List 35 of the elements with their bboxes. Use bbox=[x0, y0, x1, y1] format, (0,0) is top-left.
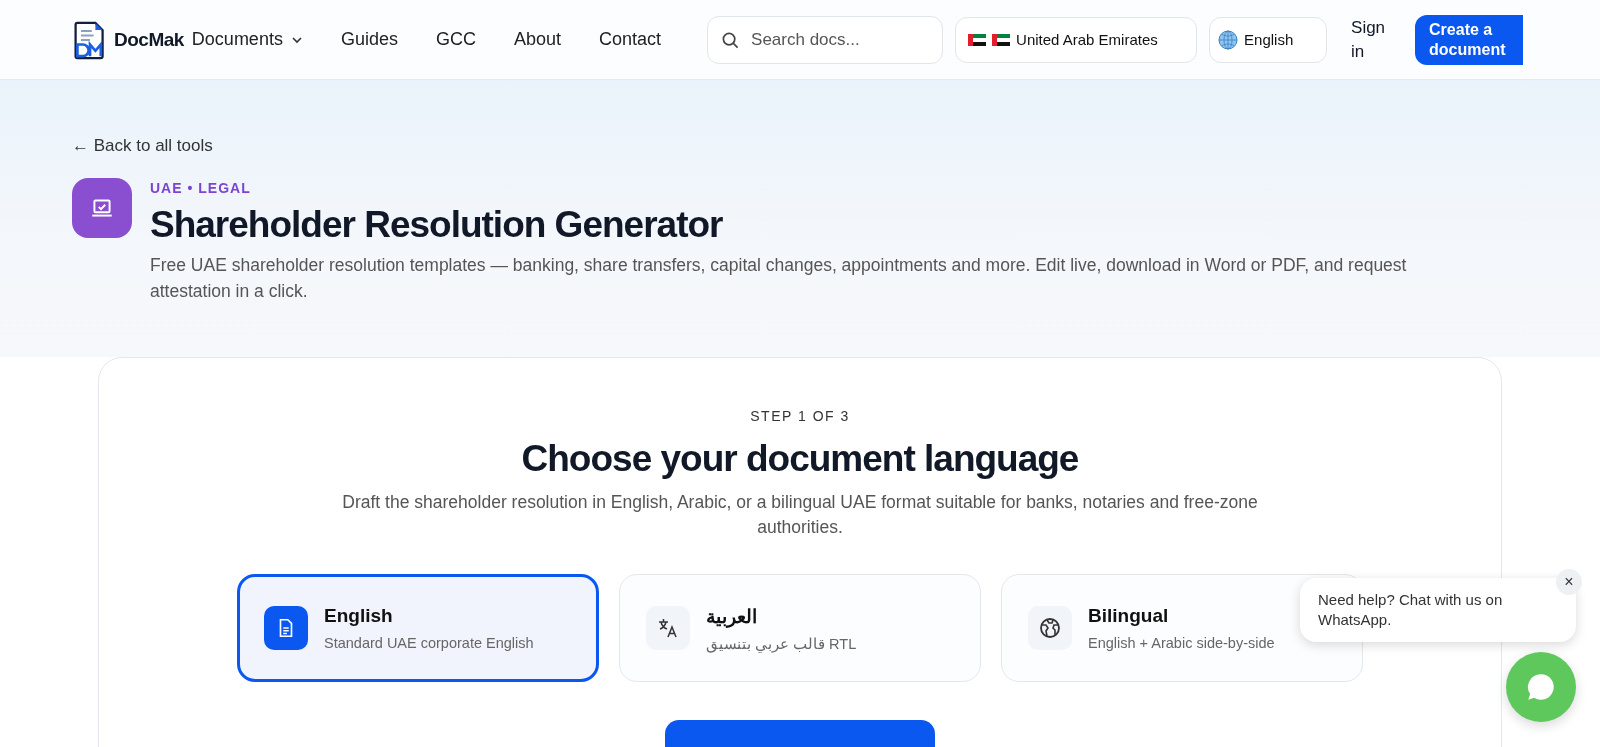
brand-name[interactable]: DocMak bbox=[114, 28, 184, 51]
globe-icon bbox=[1218, 29, 1239, 50]
country-selector[interactable]: United Arab Emirates bbox=[955, 16, 1198, 63]
globe-icon bbox=[1028, 606, 1072, 650]
language-option[interactable]: English Standard UAE corporate English bbox=[237, 574, 599, 682]
flag-icon bbox=[968, 33, 987, 46]
flag-icon bbox=[992, 33, 1011, 46]
nav-link[interactable]: GCC bbox=[435, 29, 476, 50]
nav-link[interactable]: Documents bbox=[191, 29, 303, 50]
nav-link[interactable]: About bbox=[513, 29, 561, 50]
laptop-check-icon bbox=[72, 178, 132, 238]
option-title: Bilingual bbox=[1088, 605, 1170, 627]
page-title: Shareholder Resolution Generator bbox=[150, 204, 724, 246]
back-link[interactable]: ← Back to all tools bbox=[72, 136, 213, 155]
option-title: العربية bbox=[706, 604, 758, 628]
create-document-button[interactable]: Create a document bbox=[1415, 14, 1524, 65]
wizard-description: Draft the shareholder resolution in English, Arabic, or a bilingual UAE format suitable for banks, notaries and free-zone authorities. bbox=[341, 491, 1259, 539]
nav-link[interactable]: Guides bbox=[340, 29, 398, 50]
search-field[interactable]: Search docs... bbox=[707, 15, 944, 64]
sign-in-link[interactable]: Sign in bbox=[1351, 15, 1394, 64]
chat-button[interactable] bbox=[1506, 652, 1576, 722]
option-subtitle: English + Arabic side-by-side bbox=[1088, 635, 1275, 651]
step-indicator: STEP 1 OF 3 bbox=[750, 408, 850, 424]
language-option[interactable]: العربية قالب عربي بتنسيق RTL bbox=[619, 574, 981, 682]
translate-icon bbox=[646, 606, 690, 650]
option-title: English bbox=[324, 605, 394, 627]
category-label: UAE • LEGAL bbox=[150, 180, 252, 196]
option-subtitle: Standard UAE corporate English bbox=[324, 635, 534, 651]
language-selector[interactable]: English bbox=[1209, 16, 1328, 63]
close-button[interactable]: × bbox=[1556, 569, 1582, 595]
wizard-heading: Choose your document language bbox=[521, 438, 1079, 480]
nav-link[interactable]: Contact bbox=[599, 29, 662, 50]
option-subtitle: قالب عربي بتنسيق RTL bbox=[706, 635, 857, 652]
document-icon bbox=[264, 606, 308, 650]
page-description: Free UAE shareholder resolution templates — banking, share transfers, capital changes, appointments and more. Edit live, download in Word or PDF, and request attestation in a click. bbox=[150, 254, 1408, 303]
